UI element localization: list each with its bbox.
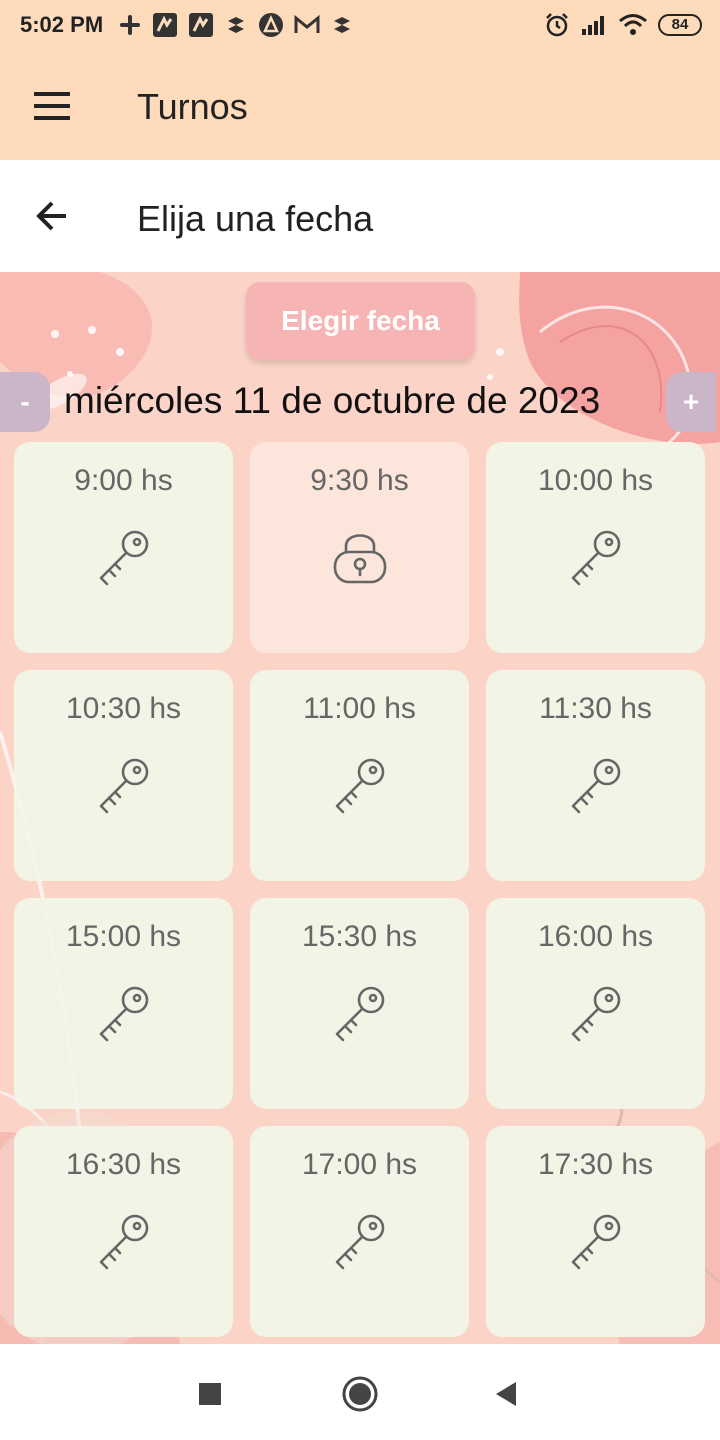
system-back-button[interactable]	[488, 1374, 528, 1414]
slot-card[interactable]: 11:00 hs	[250, 670, 469, 881]
slot-card[interactable]: 11:30 hs	[486, 670, 705, 881]
battery-indicator: 84	[658, 14, 702, 36]
key-icon	[571, 986, 621, 1042]
slot-time: 9:00 hs	[74, 464, 173, 497]
slot-card[interactable]: 9:00 hs	[14, 442, 233, 653]
slot-card[interactable]: 17:30 hs	[486, 1126, 705, 1337]
triangle-app-icon	[259, 13, 283, 37]
slack-icon	[120, 15, 140, 35]
sub-header: Elija una fecha	[0, 160, 720, 272]
slot-time: 15:00 hs	[65, 920, 182, 953]
slot-time: 17:30 hs	[537, 1148, 654, 1181]
key-icon	[335, 758, 385, 814]
pick-date-button[interactable]: Elegir fecha	[246, 282, 475, 360]
slot-time: 9:30 hs	[310, 464, 409, 497]
app-bar: Turnos	[0, 50, 720, 160]
status-bar: 5:02 PM 84	[0, 0, 720, 50]
system-nav-bar	[0, 1344, 720, 1440]
back-button[interactable]	[32, 196, 72, 236]
alarm-icon	[546, 13, 568, 37]
slot-card[interactable]: 15:30 hs	[250, 898, 469, 1109]
kick-app-icon	[189, 13, 213, 37]
lock-icon	[333, 534, 387, 584]
page-title: Elija una fecha	[137, 198, 374, 239]
status-time: 5:02 PM	[20, 12, 104, 37]
home-circle-icon	[342, 1376, 378, 1412]
recents-square-icon	[199, 1383, 221, 1405]
app-title: Turnos	[137, 86, 248, 127]
dropbox-icon	[228, 17, 244, 33]
key-icon	[99, 758, 149, 814]
gmail-icon	[294, 14, 320, 33]
slot-time: 11:30 hs	[539, 692, 652, 725]
next-day-button[interactable]: +	[666, 372, 716, 432]
slot-card[interactable]: 15:00 hs	[14, 898, 233, 1109]
slot-time: 10:30 hs	[65, 692, 182, 725]
key-icon	[571, 758, 621, 814]
key-icon	[571, 530, 621, 586]
slot-time: 11:00 hs	[303, 692, 416, 725]
key-icon	[335, 986, 385, 1042]
notification-icons	[118, 10, 354, 40]
slot-card[interactable]: 10:00 hs	[486, 442, 705, 653]
slots-content: Elegir fecha - + miércoles 11 de octubre…	[0, 272, 720, 1344]
kick-app-icon	[153, 13, 177, 37]
slot-time: 10:00 hs	[537, 464, 654, 497]
key-icon	[99, 1214, 149, 1270]
slot-card[interactable]: 16:00 hs	[486, 898, 705, 1109]
menu-button[interactable]	[30, 86, 74, 126]
home-button[interactable]	[340, 1374, 380, 1414]
slot-time: 17:00 hs	[301, 1148, 418, 1181]
hamburger-icon	[34, 92, 70, 120]
slot-card[interactable]: 9:30 hs	[250, 442, 469, 653]
slot-time: 16:00 hs	[537, 920, 654, 953]
key-icon	[99, 986, 149, 1042]
key-icon	[335, 1214, 385, 1270]
system-icons: 84	[544, 10, 702, 40]
wifi-icon	[619, 14, 647, 35]
key-icon	[99, 530, 149, 586]
slot-time: 16:30 hs	[65, 1148, 182, 1181]
slot-time: 15:30 hs	[301, 920, 418, 953]
key-icon	[571, 1214, 621, 1270]
previous-day-button[interactable]: -	[0, 372, 50, 432]
slot-card[interactable]: 17:00 hs	[250, 1126, 469, 1337]
recents-button[interactable]	[190, 1374, 230, 1414]
selected-date: miércoles 11 de octubre de 2023	[64, 380, 601, 421]
back-triangle-icon	[496, 1382, 516, 1406]
signal-icon	[582, 16, 604, 35]
arrow-back-icon	[36, 201, 66, 231]
slot-card[interactable]: 16:30 hs	[14, 1126, 233, 1337]
slot-card[interactable]: 10:30 hs	[14, 670, 233, 881]
dropbox-icon	[334, 17, 350, 33]
